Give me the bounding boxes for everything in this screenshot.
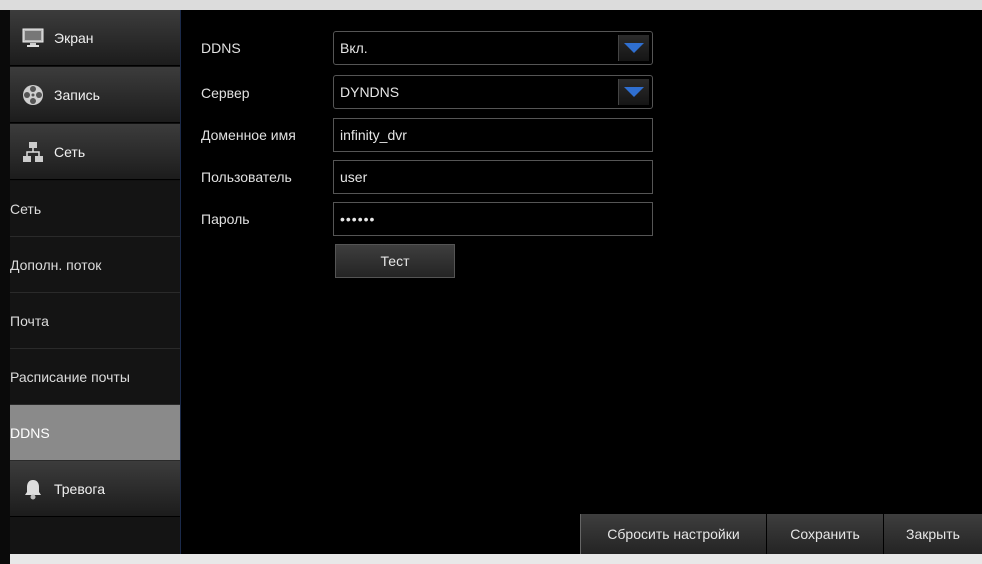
settings-window: Экран Запись Сеть Сеть Дополн. поток Поч… [0, 0, 982, 564]
chevron-down-icon[interactable] [618, 35, 649, 61]
network-icon [22, 141, 44, 163]
password-label: Пароль [201, 211, 250, 227]
sidebar-category-screen[interactable]: Экран [10, 10, 180, 66]
user-input[interactable]: user [333, 160, 653, 194]
sidebar-category-network[interactable]: Сеть [10, 124, 180, 180]
sidebar-item-network[interactable]: Сеть [10, 181, 180, 237]
sidebar-item-ddns[interactable]: DDNS [10, 405, 180, 461]
sidebar-item-label: Расписание почты [10, 368, 130, 385]
chevron-down-icon[interactable] [618, 79, 649, 105]
reset-settings-label: Сбросить настройки [607, 526, 740, 542]
password-input-value: •••••• [340, 211, 376, 227]
close-label: Закрыть [906, 526, 960, 542]
bottom-border [10, 554, 982, 564]
ddns-select-value: Вкл. [340, 40, 368, 56]
top-border [0, 0, 982, 10]
server-label: Сервер [201, 85, 250, 101]
bell-icon [22, 478, 44, 500]
password-input[interactable]: •••••• [333, 202, 653, 236]
user-input-value: user [340, 169, 368, 185]
monitor-icon [22, 27, 44, 49]
sidebar-item-label: Почта [10, 312, 49, 329]
test-button[interactable]: Тест [335, 244, 455, 278]
server-select-value: DYNDNS [340, 84, 400, 100]
sidebar-empty-slot [10, 517, 180, 554]
sidebar-category-label: Экран [54, 29, 94, 46]
left-border [0, 10, 10, 564]
save-label: Сохранить [790, 526, 860, 542]
reset-settings-button[interactable]: Сбросить настройки [580, 514, 766, 554]
sidebar-item-substream[interactable]: Дополн. поток [10, 237, 180, 293]
server-select[interactable]: DYNDNS [333, 75, 653, 109]
sidebar-item-email-schedule[interactable]: Расписание почты [10, 349, 180, 405]
sidebar-item-label: Дополн. поток [10, 256, 102, 273]
sidebar-item-email[interactable]: Почта [10, 293, 180, 349]
sidebar-category-label: Запись [54, 86, 100, 103]
sidebar-item-label: Сеть [10, 200, 42, 217]
test-button-label: Тест [380, 253, 410, 269]
sidebar-category-label: Сеть [54, 143, 86, 160]
domain-input-value: infinity_dvr [340, 127, 407, 143]
sidebar-category-record[interactable]: Запись [10, 67, 180, 123]
sidebar: Экран Запись Сеть Сеть Дополн. поток Поч… [10, 10, 181, 554]
sidebar-category-alarm[interactable]: Тревога [10, 461, 180, 517]
save-button[interactable]: Сохранить [767, 514, 883, 554]
user-label: Пользователь [201, 169, 292, 185]
film-reel-icon [22, 84, 44, 106]
sidebar-item-label: DDNS [10, 424, 50, 441]
domain-input[interactable]: infinity_dvr [333, 118, 653, 152]
ddns-label: DDNS [201, 40, 241, 56]
close-button[interactable]: Закрыть [884, 514, 982, 554]
domain-label: Доменное имя [201, 127, 296, 143]
ddns-select[interactable]: Вкл. [333, 31, 653, 65]
sidebar-category-label: Тревога [54, 480, 105, 497]
